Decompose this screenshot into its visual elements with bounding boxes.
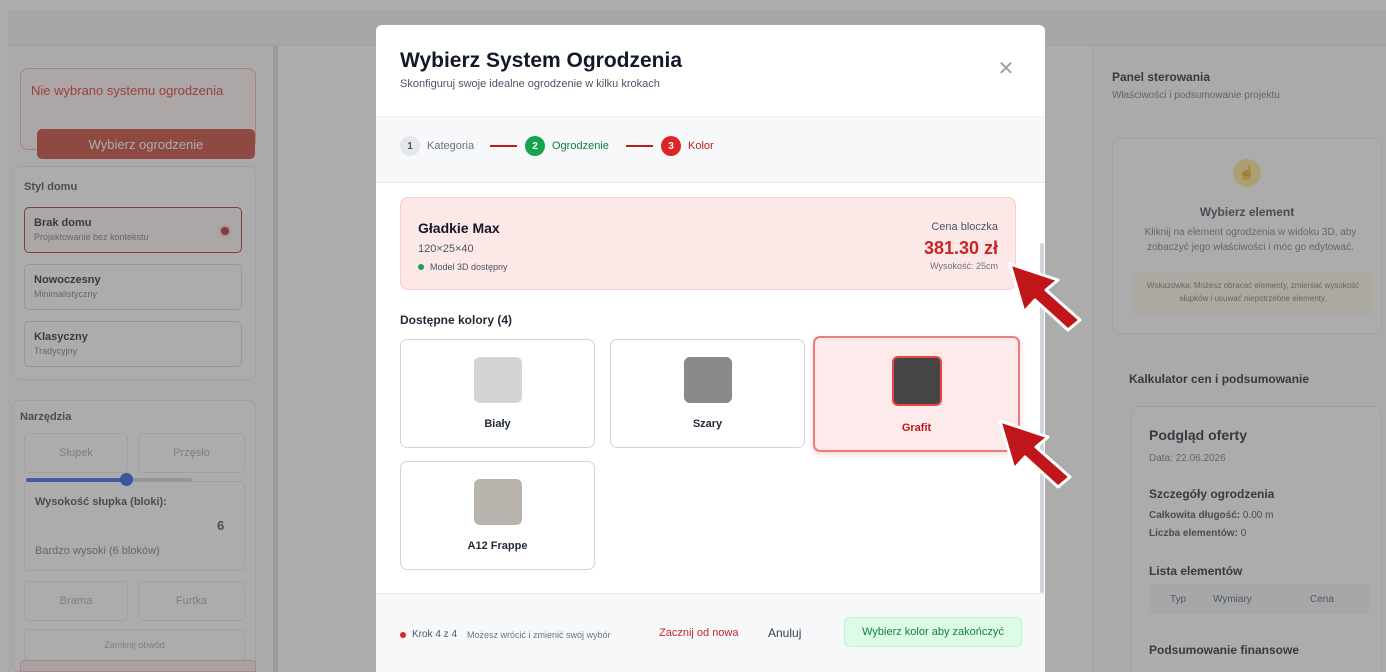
step-connector: [626, 145, 653, 147]
step-label: Ogrodzenie: [552, 140, 609, 152]
color-option-gray[interactable]: Szary: [610, 339, 805, 448]
cancel-button[interactable]: Anuluj: [768, 626, 801, 640]
step-connector: [490, 145, 517, 147]
modal-footer: Krok 4 z 4 Możesz wrócić i zmienić swój …: [376, 593, 1045, 672]
step-number: 2: [525, 136, 545, 156]
color-option-frappe[interactable]: A12 Frappe: [400, 461, 595, 570]
color-swatch: [474, 479, 522, 525]
color-label: Szary: [692, 418, 723, 430]
status-dot-icon: [400, 631, 406, 638]
product-name: Gładkie Max: [418, 220, 500, 236]
product-dims: 120×25×40: [418, 243, 474, 255]
annotation-arrow-icon: [998, 419, 1072, 489]
selected-product-card: Gładkie Max 120×25×40 Model 3D dostępny …: [400, 197, 1016, 290]
product-price: 381.30 zł: [923, 238, 998, 258]
annotation-arrow-icon: [1008, 262, 1082, 332]
footer-hint: Możesz wrócić i zmienić swój wybór: [467, 629, 611, 640]
step-label: Kolor: [688, 140, 714, 152]
modal-header: Wybierz System Ogrodzenia Skonfiguruj sw…: [376, 25, 1045, 117]
color-swatch: [892, 356, 942, 406]
color-swatch: [474, 357, 522, 403]
modal-content: Gładkie Max 120×25×40 Model 3D dostępny …: [376, 183, 1045, 593]
step-counter: Krok 4 z 4: [412, 629, 458, 640]
step-number: 3: [661, 136, 681, 156]
step-fence[interactable]: 2 Ogrodzenie: [525, 136, 609, 156]
model-available-label: Model 3D dostępny: [430, 262, 508, 272]
modal-title: Wybierz System Ogrodzenia: [400, 49, 683, 72]
color-option-white[interactable]: Biały: [400, 339, 595, 448]
close-icon[interactable]: ✕: [996, 59, 1016, 79]
step-indicator: Krok 4 z 4 Możesz wrócić i zmienić swój …: [400, 629, 611, 640]
price-label: Cena bloczka: [931, 221, 998, 233]
colors-title: Dostępne kolory (4): [400, 313, 513, 327]
color-label: Biały: [484, 418, 511, 430]
color-swatch: [684, 357, 732, 403]
color-label: A12 Frappe: [467, 540, 528, 552]
step-number: 1: [400, 136, 420, 156]
model-available: Model 3D dostępny: [418, 262, 508, 272]
fence-system-modal: Wybierz System Ogrodzenia Skonfiguruj sw…: [376, 25, 1045, 672]
choose-color-button[interactable]: Wybierz kolor aby zakończyć: [844, 617, 1022, 647]
status-dot-icon: [418, 264, 424, 270]
step-label: Kategoria: [427, 140, 475, 152]
modal-subtitle: Skonfiguruj swoje idealne ogrodzenie w k…: [400, 78, 660, 90]
step-color[interactable]: 3 Kolor: [661, 136, 714, 156]
color-option-graphite[interactable]: Grafit: [813, 336, 1020, 452]
color-label: Grafit: [901, 422, 932, 434]
stepper: 1 Kategoria 2 Ogrodzenie 3 Kolor: [376, 117, 1045, 183]
reset-button[interactable]: Zacznij od nowa: [659, 627, 739, 639]
step-category[interactable]: 1 Kategoria: [400, 136, 474, 156]
product-height: Wysokość: 25cm: [930, 261, 998, 271]
